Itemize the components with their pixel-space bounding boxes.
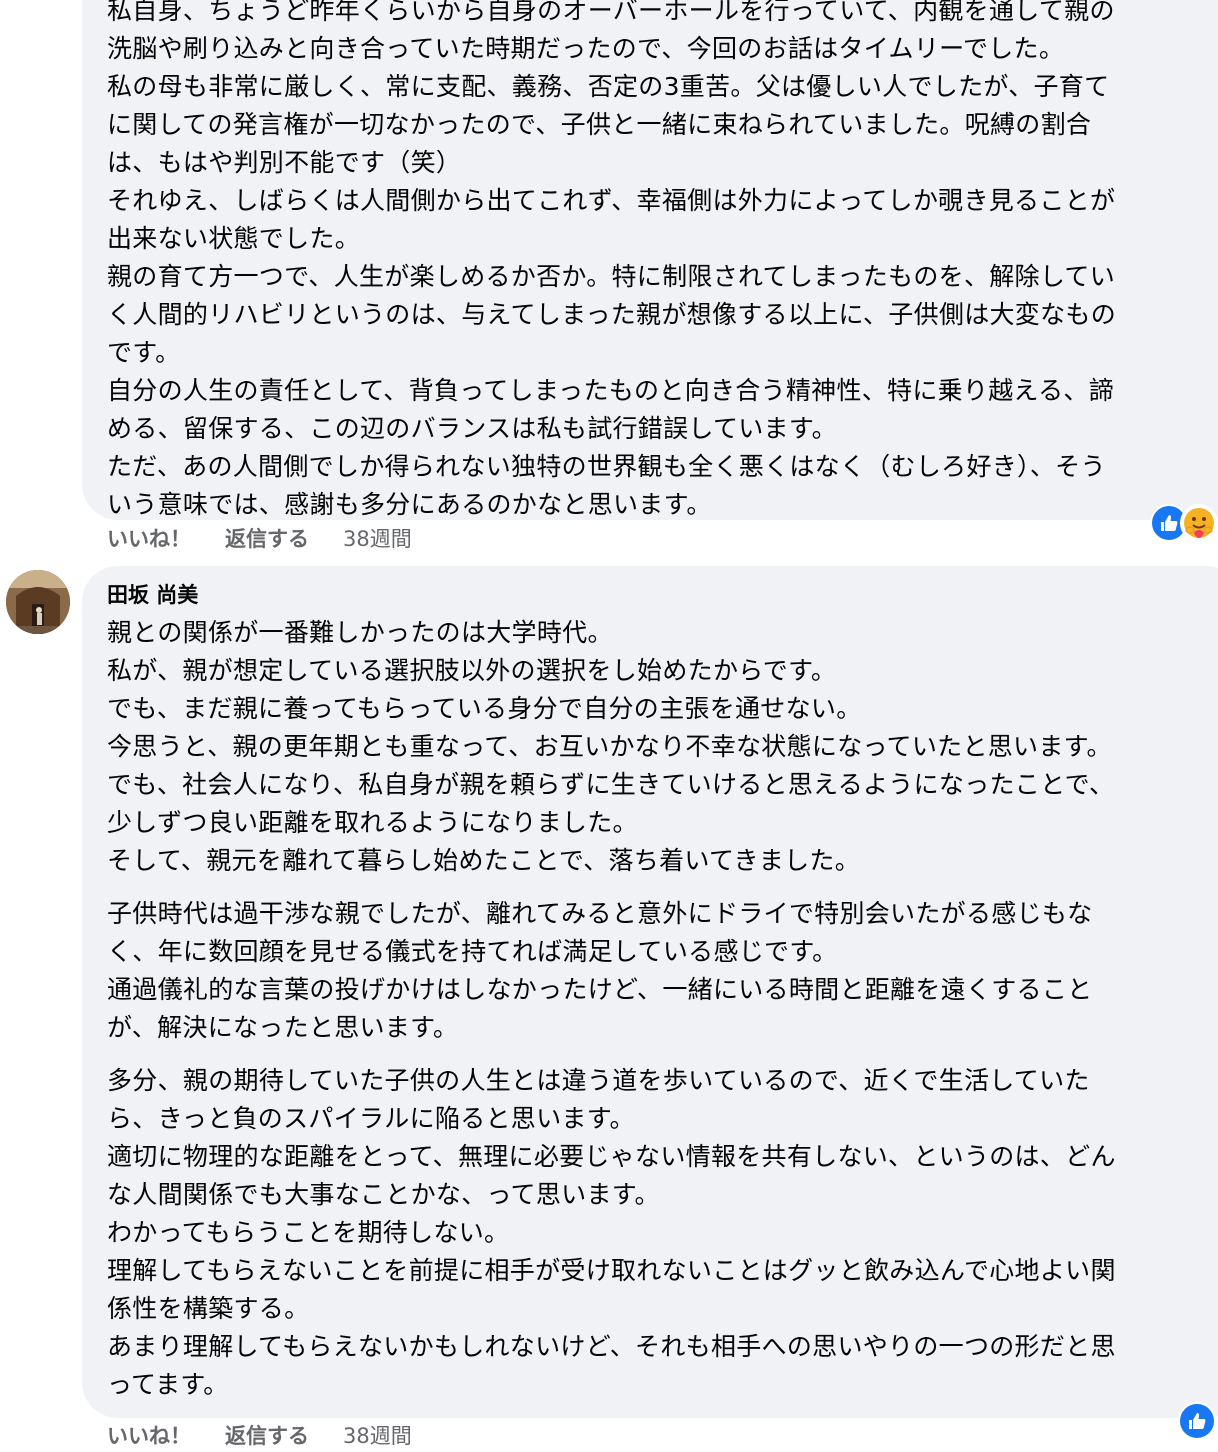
comment-line: それゆえ、しばらくは人間側から出てこれず、幸福側は外力によってしか覗き見ることが: [107, 186, 1116, 215]
comment-actions: いいね！ 返信する 38週間: [107, 524, 412, 554]
comment-line: わかってもらうことを期待しない。: [107, 1218, 510, 1247]
comment-line: 少しずつ良い距離を取れるようになりました。: [107, 808, 638, 837]
comment-body: 私自身、ちょうど昨年くらいから自身のオーバーホールを行っていて、内観を通して親の…: [107, 0, 1217, 524]
reply-button[interactable]: 返信する: [225, 524, 309, 554]
avatar-photo: [6, 570, 70, 634]
reply-button[interactable]: 返信する: [225, 1421, 309, 1451]
like-button[interactable]: いいね！: [107, 1421, 191, 1451]
comment-line: は、もはや判別不能です（笑）: [107, 148, 462, 177]
comment-line: でも、社会人になり、私自身が親を頼らずに生きていけると思えるようになったことで、: [107, 770, 1115, 799]
comment-line: な人間関係でも大事なことかな、って思います。: [107, 1180, 660, 1209]
comment-line: 係性を構築する。: [107, 1294, 310, 1323]
comment-line: ってます。: [107, 1370, 229, 1399]
like-icon: [1178, 1402, 1216, 1440]
like-button[interactable]: いいね！: [107, 524, 191, 554]
comment-author[interactable]: 田坂 尚美: [107, 580, 198, 610]
comment-line: 親の育て方一つで、人生が楽しめるか否か。特に制限されてしまったものを、解除してい: [107, 262, 1116, 291]
comment-line: 自分の人生の責任として、背負ってしまったものと向き合う精神性、特に乗り越える、諦: [107, 376, 1115, 405]
comment-line: ら、きっと負のスパイラルに陥ると思います。: [107, 1104, 635, 1133]
comment-timestamp[interactable]: 38週間: [343, 524, 412, 554]
comment-line: 子供時代は過干渉な親でしたが、離れてみると意外にドライで特別会いたがる感じもな: [107, 899, 1093, 928]
comment-line: める、留保する、この辺のバランスは私も試行錯誤しています。: [107, 414, 837, 443]
comment-line: に関しての発言権が一切なかったので、子供と一緒に束ねられていました。呪縛の割合: [107, 110, 1092, 139]
comment-line: 出来ない状態でした。: [107, 224, 361, 253]
comment-line: 理解してもらえないことを前提に相手が受け取れないことはグッと飲み込んで心地よい関: [107, 1256, 1116, 1285]
comment-line: く人間的リハビリというのは、与えてしまった親が想像する以上に、子供側は大変なもの: [107, 300, 1117, 329]
comment-line: 通過儀礼的な言葉の投げかけはしなかったけど、一緒にいる時間と距離を遠くすること: [107, 975, 1093, 1004]
avatar[interactable]: [6, 570, 70, 634]
comment-line: ただ、あの人間側でしか得られない独特の世界観も全く悪くはなく（むしろ好き）、そう: [107, 452, 1106, 481]
comment-line: 私自身、ちょうど昨年くらいから自身のオーバーホールを行っていて、内観を通して親の: [107, 0, 1115, 25]
reaction-summary[interactable]: [1178, 1402, 1216, 1440]
comment-line: く、年に数回顔を見せる儀式を持てれば満足している感じです。: [107, 937, 838, 966]
reaction-summary[interactable]: [1150, 504, 1218, 542]
comment-line: 私が、親が想定している選択肢以外の選択をし始めたからです。: [107, 656, 837, 685]
comment-body: 親との関係が一番難しかったのは大学時代。 私が、親が想定している選択肢以外の選択…: [107, 614, 1217, 1404]
comment-line: が、解決になったと思います。: [107, 1013, 459, 1042]
comment-line: 今思うと、親の更年期とも重なって、お互いかなり不幸な状態になっていたと思います。: [107, 732, 1112, 761]
comment-line: いう意味では、感謝も多分にあるのかなと思います。: [107, 490, 712, 519]
comment-line: 親との関係が一番難しかったのは大学時代。: [107, 618, 613, 647]
comment-actions: いいね！ 返信する 38週間: [107, 1421, 412, 1451]
comment-timestamp[interactable]: 38週間: [343, 1421, 412, 1451]
comment-line: 私の母も非常に厳しく、常に支配、義務、否定の3重苦。父は優しい人でしたが、子育て: [107, 72, 1110, 101]
comment-line: あまり理解してもらえないかもしれないけど、それも相手への思いやりの一つの形だと思: [107, 1332, 1116, 1361]
comment-line: です。: [107, 338, 181, 367]
comment-line: でも、まだ親に養ってもらっている身分で自分の主張を通せない。: [107, 694, 862, 723]
care-icon: [1180, 504, 1218, 542]
comment-line: そして、親元を離れて暮らし始めたことで、落ち着いてきました。: [107, 846, 861, 875]
comment-line: 洗脳や刷り込みと向き合っていた時期だったので、今回のお話はタイムリーでした。: [107, 34, 1065, 63]
comment-line: 適切に物理的な距離をとって、無理に必要じゃない情報を共有しない、というのは、どん: [107, 1142, 1116, 1171]
comment-line: 多分、親の期待していた子供の人生とは違う道を歩いているので、近くで生活していた: [107, 1066, 1090, 1095]
